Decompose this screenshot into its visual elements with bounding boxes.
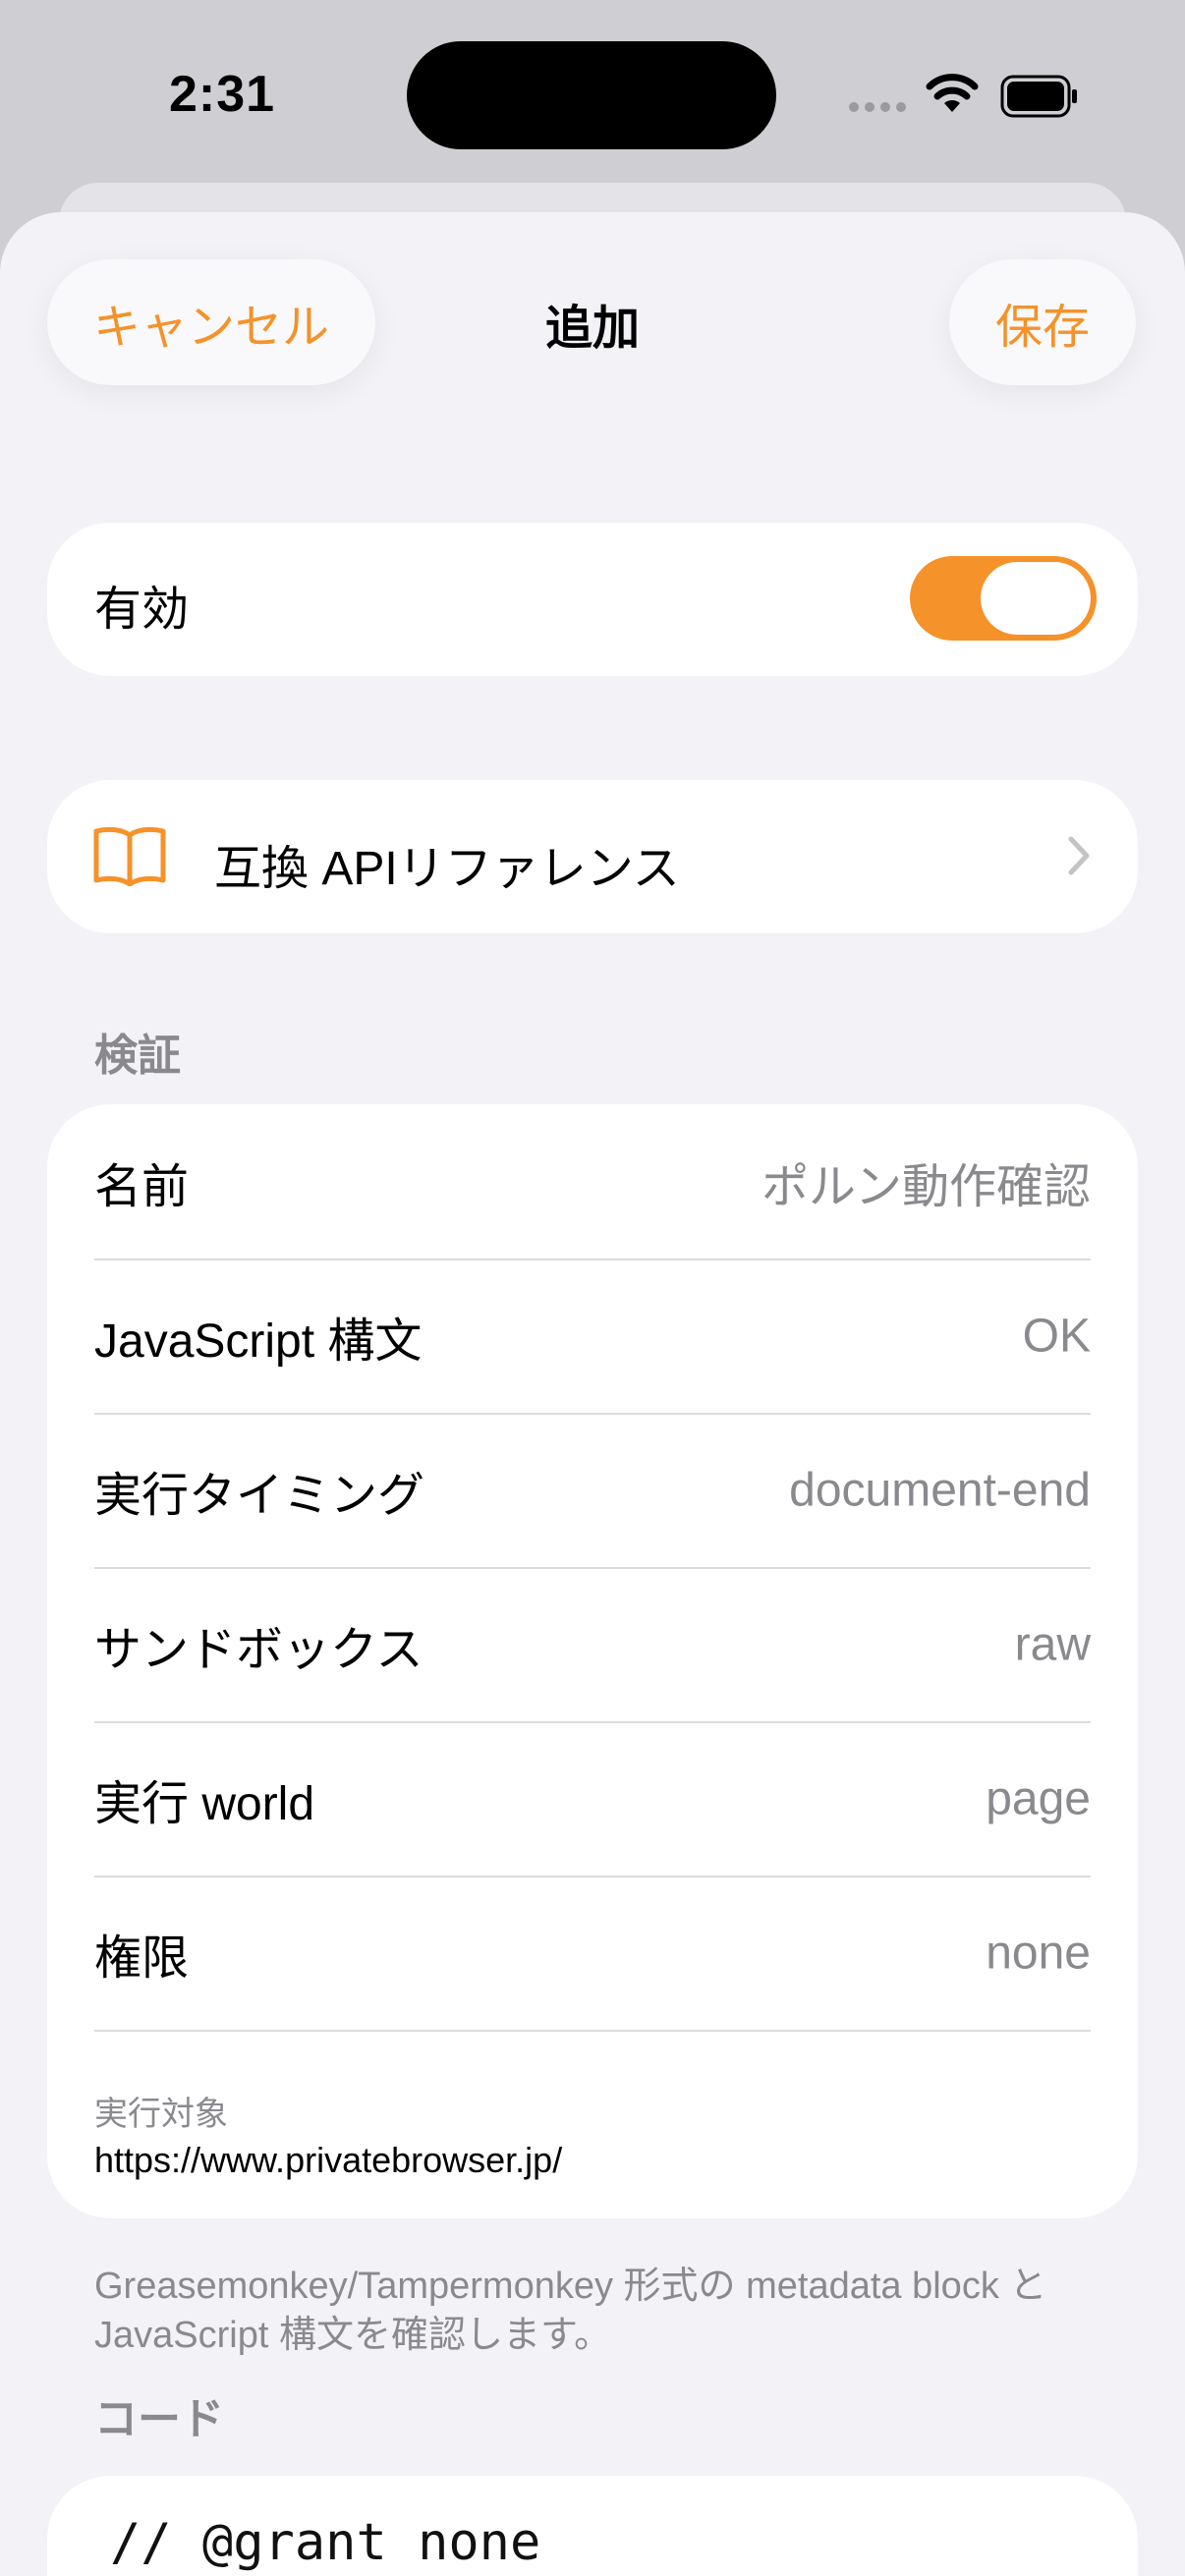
name-value: ポルン動作確認 xyxy=(761,1160,1091,1213)
add-script-sheet: キャンセル 追加 保存 有効 互換 APIリファレンス 検証 名前 ポルン動作確… xyxy=(0,212,1185,2576)
world-value: page xyxy=(986,1772,1091,1824)
syntax-value: OK xyxy=(1022,1310,1091,1362)
syntax-row: JavaScript 構文 OK xyxy=(94,1259,1091,1413)
world-key: 実行 world xyxy=(94,1777,315,1830)
sandbox-value: raw xyxy=(1014,1618,1091,1670)
grant-key: 権限 xyxy=(94,1932,190,1985)
enabled-label: 有効 xyxy=(94,584,190,636)
api-reference-row[interactable]: 互換 APIリファレンス xyxy=(47,780,1138,933)
run-at-key: 実行タイミング xyxy=(94,1469,425,1522)
sandbox-key: サンドボックス xyxy=(94,1623,423,1676)
run-at-value: document-end xyxy=(789,1464,1091,1516)
battery-icon xyxy=(1000,75,1077,118)
status-bar: 2:31 xyxy=(0,0,1185,187)
syntax-key: JavaScript 構文 xyxy=(94,1315,423,1368)
name-key: 名前 xyxy=(94,1160,190,1213)
status-time: 2:31 xyxy=(169,66,276,123)
code-line: // @grant none xyxy=(110,2513,541,2572)
code-section-header: コード xyxy=(94,2395,224,2443)
cellular-signal-icon xyxy=(849,102,906,112)
book-icon xyxy=(93,826,166,886)
save-button[interactable]: 保存 xyxy=(949,259,1136,385)
validation-footnote: Greasemonkey/Tampermonkey 形式の metadata b… xyxy=(94,2266,1047,2356)
divider xyxy=(94,2030,1091,2032)
api-reference-label: 互換 APIリファレンス xyxy=(214,843,680,895)
chevron-right-icon xyxy=(1068,836,1090,875)
grant-row: 権限 none xyxy=(94,1876,1091,2030)
grant-value: none xyxy=(986,1927,1091,1979)
code-editor[interactable]: // @grant none xyxy=(47,2476,1138,2576)
validation-section-header: 検証 xyxy=(94,1032,181,1080)
run-at-row: 実行タイミング document-end xyxy=(94,1413,1091,1567)
enabled-toggle[interactable] xyxy=(910,556,1097,641)
toggle-knob xyxy=(981,562,1091,635)
target-value: https://www.privatebrowser.jp/ xyxy=(94,2140,563,2180)
name-row: 名前 ポルン動作確認 xyxy=(94,1104,1091,1259)
dynamic-island xyxy=(407,41,776,149)
target-label: 実行対象 xyxy=(94,2096,228,2133)
sandbox-row: サンドボックス raw xyxy=(94,1567,1091,1721)
wifi-icon xyxy=(926,74,979,112)
validation-card: 名前 ポルン動作確認 JavaScript 構文 OK 実行タイミング docu… xyxy=(47,1104,1138,2218)
world-row: 実行 world page xyxy=(94,1721,1091,1876)
enabled-row: 有効 xyxy=(47,523,1138,676)
